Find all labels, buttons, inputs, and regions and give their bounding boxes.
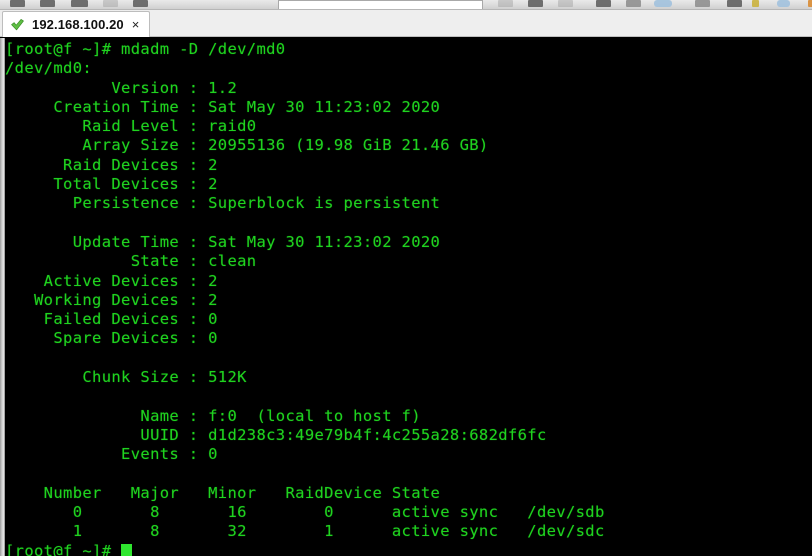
window-icon[interactable] — [654, 0, 672, 7]
chart-icon[interactable] — [727, 0, 742, 7]
terminal-line: /dev/md0: — [5, 59, 93, 78]
link-icon[interactable] — [558, 0, 573, 7]
terminal-line: Name : f:0 (local to host f) — [5, 406, 421, 425]
terminal-line: Total Devices : 2 — [5, 175, 218, 194]
terminal-line: 0 8 16 0 active sync /dev/sdb — [5, 503, 605, 522]
terminal-line: Working Devices : 2 — [5, 290, 218, 309]
terminal-line: Events : 0 — [5, 445, 218, 464]
bulb-icon[interactable] — [752, 0, 759, 7]
terminal-line: 1 8 32 1 active sync /dev/sdc — [5, 522, 605, 541]
terminal-line: Failed Devices : 0 — [5, 310, 218, 329]
terminal-line: Chunk Size : 512K — [5, 368, 247, 387]
terminal-prompt-line: [root@f ~]# — [5, 542, 812, 556]
page-icon[interactable] — [626, 0, 641, 7]
copy-icon[interactable] — [133, 0, 148, 7]
cut-icon[interactable] — [103, 0, 118, 7]
terminal-prompt: [root@f ~]# — [5, 541, 122, 556]
download-icon[interactable] — [71, 0, 88, 7]
floppy-save-icon[interactable] — [10, 0, 25, 7]
remote-terminal-window: { "toolbar": { "icons": [ "floppy-save-i… — [0, 0, 812, 556]
terminal-line: Raid Level : raid0 — [5, 117, 257, 136]
terminal-line: [root@f ~]# mdadm -D /dev/md0 — [5, 40, 286, 58]
save-all-icon[interactable] — [40, 0, 55, 7]
document-icon[interactable] — [695, 0, 710, 7]
terminal-line: State : clean — [5, 252, 257, 271]
globe-icon[interactable] — [777, 0, 790, 7]
green-check-icon — [11, 18, 24, 30]
terminal-line: Update Time : Sat May 30 11:23:02 2020 — [5, 232, 441, 251]
terminal-line: Array Size : 20955136 (19.98 GiB 21.46 G… — [5, 136, 489, 155]
terminal-line: Raid Devices : 2 — [5, 155, 218, 174]
terminal-line: Number Major Minor RaidDevice State — [5, 483, 441, 502]
terminal-cursor — [121, 543, 133, 556]
printer-icon[interactable] — [596, 0, 611, 7]
terminal-line: Persistence : Superblock is persistent — [5, 194, 441, 213]
folder-icon[interactable] — [528, 0, 543, 7]
undo-icon[interactable] — [498, 0, 513, 7]
search-input[interactable] — [278, 0, 483, 9]
terminal-line: UUID : d1d238c3:49e79b4f:4c255a28:682df6… — [5, 425, 547, 444]
terminal-line: Spare Devices : 0 — [5, 329, 218, 348]
close-icon[interactable]: × — [131, 18, 141, 31]
toolbar — [0, 0, 812, 10]
terminal-icon[interactable] — [808, 0, 812, 7]
tab-bar: 192.168.100.20 × — [0, 10, 812, 37]
tab-192-168-100-20[interactable]: 192.168.100.20 × — [2, 11, 151, 37]
terminal-output[interactable]: [root@f ~]# mdadm -D /dev/md0/dev/md0: V… — [5, 38, 812, 556]
terminal-line: Version : 1.2 — [5, 78, 238, 97]
terminal-line: Creation Time : Sat May 30 11:23:02 2020 — [5, 97, 441, 116]
tab-label: 192.168.100.20 — [32, 17, 124, 32]
terminal-line: Active Devices : 2 — [5, 271, 218, 290]
terminal-panel[interactable]: [root@f ~]# mdadm -D /dev/md0/dev/md0: V… — [0, 38, 812, 556]
